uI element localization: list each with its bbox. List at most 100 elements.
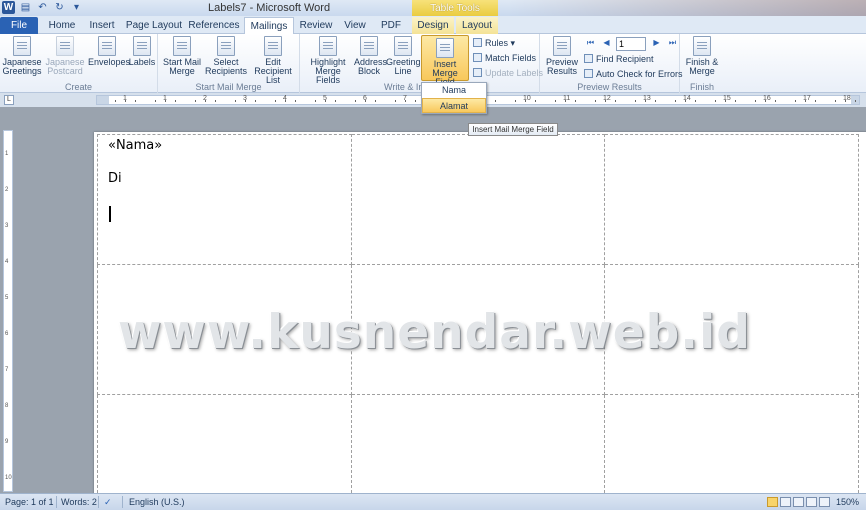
select-recipients-button[interactable]: Select Recipients xyxy=(204,36,248,76)
text-cursor xyxy=(109,206,111,222)
group-label-start-mail-merge: Start Mail Merge xyxy=(195,82,262,92)
page-count[interactable]: Page: 1 of 1 xyxy=(5,497,54,507)
highlight-merge-fields-button[interactable]: Highlight Merge Fields xyxy=(304,36,352,85)
rules-icon xyxy=(473,38,482,47)
vruler-tick-label: 3 xyxy=(5,223,9,229)
text-di[interactable]: Di xyxy=(98,153,351,186)
japanese-greetings-button[interactable]: Japanese Greetings xyxy=(2,36,42,76)
find-recipient-button[interactable]: Find Recipient xyxy=(584,53,654,65)
label-cell[interactable] xyxy=(604,394,859,498)
tab-page-layout[interactable]: Page Layout xyxy=(124,17,184,34)
envelopes-button[interactable]: Envelopes xyxy=(88,36,130,67)
print-layout-view-icon[interactable] xyxy=(767,497,778,507)
ruler-tick xyxy=(175,100,176,102)
match-fields-icon xyxy=(473,53,482,62)
match-fields-button[interactable]: Match Fields xyxy=(473,52,536,64)
japanese-postcard-button[interactable]: Japanese Postcard xyxy=(44,36,86,76)
previous-record-icon[interactable]: ◀ xyxy=(602,38,611,47)
rules-button[interactable]: Rules ▾ xyxy=(473,37,515,49)
auto-check-errors-button[interactable]: Auto Check for Errors xyxy=(584,68,683,80)
last-record-icon[interactable]: ⏭ xyxy=(668,38,677,47)
preview-results-button[interactable]: Preview Results xyxy=(544,36,580,76)
highlight-merge-fields-icon xyxy=(319,36,337,56)
full-screen-reading-view-icon[interactable] xyxy=(780,497,791,507)
zoom-level[interactable]: 150% xyxy=(836,497,859,507)
tab-design[interactable]: Design xyxy=(412,17,454,34)
tab-file[interactable]: File xyxy=(0,17,38,34)
finish-merge-button[interactable]: Finish & Merge xyxy=(684,36,720,76)
ruler-tick xyxy=(645,100,646,102)
find-recipient-icon xyxy=(584,54,593,63)
quick-access-toolbar: W ▤ ↶ ↻ ▾ xyxy=(2,1,83,14)
ruler-tick xyxy=(115,100,116,102)
tab-mailings[interactable]: Mailings xyxy=(244,17,294,35)
start-mail-merge-button[interactable]: Start Mail Merge xyxy=(160,36,204,76)
tab-references[interactable]: References xyxy=(188,17,240,34)
status-bar: Page: 1 of 1 Words: 2 ✓ English (U.S.) 1… xyxy=(0,493,866,510)
merge-field-nama[interactable]: «Nama» xyxy=(98,135,351,153)
group-preview-results: Preview Results ⏮ ◀ ▶ ⏭ Find Recipient A… xyxy=(540,34,683,93)
insert-merge-field-button[interactable]: Insert Merge Field xyxy=(421,35,469,87)
tab-home[interactable]: Home xyxy=(42,17,82,34)
ruler-tick xyxy=(215,100,216,102)
customize-qat-icon[interactable]: ▾ xyxy=(70,1,83,14)
undo-icon[interactable]: ↶ xyxy=(36,1,49,14)
record-number-input[interactable]: 1 xyxy=(616,37,646,51)
vruler-tick-label: 10 xyxy=(5,475,12,481)
word-count[interactable]: Words: 2 xyxy=(61,497,97,507)
tab-layout[interactable]: Layout xyxy=(456,17,498,34)
group-label-preview-results: Preview Results xyxy=(577,82,642,92)
ruler-tick xyxy=(575,100,576,102)
ruler-tick xyxy=(415,100,416,102)
label-cell[interactable] xyxy=(350,134,606,265)
ruler-tick xyxy=(615,100,616,102)
vertical-ruler[interactable]: 1 2 3 4 5 6 7 8 9 10 xyxy=(3,130,13,492)
ruler-tick xyxy=(155,100,156,102)
label-cell[interactable] xyxy=(97,394,352,498)
first-record-icon[interactable]: ⏮ xyxy=(586,38,595,47)
group-finish: Finish & Merge Finish xyxy=(680,34,724,93)
tab-insert[interactable]: Insert xyxy=(84,17,120,34)
tab-pdf[interactable]: PDF xyxy=(376,17,406,34)
word-logo-icon[interactable]: W xyxy=(2,1,15,14)
label-cell[interactable] xyxy=(350,394,606,498)
ruler-tick xyxy=(135,100,136,102)
labels-button[interactable]: Labels xyxy=(128,36,156,67)
vruler-tick-label: 1 xyxy=(5,151,9,157)
merge-field-option-alamat[interactable]: Alamat xyxy=(422,98,486,113)
save-icon[interactable]: ▤ xyxy=(19,1,32,14)
greeting-line-button[interactable]: Greeting Line xyxy=(386,36,421,76)
label-cell[interactable] xyxy=(604,134,859,265)
proofing-icon[interactable]: ✓ xyxy=(104,497,112,508)
merge-field-option-nama[interactable]: Nama xyxy=(422,83,486,98)
tab-view[interactable]: View xyxy=(338,17,372,34)
group-start-mail-merge: Start Mail Merge Select Recipients Edit … xyxy=(158,34,300,93)
ruler-tick xyxy=(755,100,756,102)
redo-icon[interactable]: ↻ xyxy=(53,1,66,14)
ruler-tick xyxy=(595,100,596,102)
document-area: «Nama» Di xyxy=(16,107,866,502)
tooltip: Insert Mail Merge Field xyxy=(468,123,558,136)
ruler-tick xyxy=(525,100,526,102)
group-create: Japanese Greetings Japanese Postcard Env… xyxy=(0,34,158,93)
next-record-icon[interactable]: ▶ xyxy=(652,38,661,47)
ruler-tick xyxy=(605,100,606,102)
ruler-tick xyxy=(735,100,736,102)
web-layout-view-icon[interactable] xyxy=(793,497,804,507)
update-labels-button[interactable]: Update Labels xyxy=(473,67,543,79)
language[interactable]: English (U.S.) xyxy=(129,497,185,507)
tab-selector[interactable]: L xyxy=(4,95,14,105)
edit-recipient-list-icon xyxy=(264,36,282,56)
ruler-tick xyxy=(815,100,816,102)
draft-view-icon[interactable] xyxy=(819,497,830,507)
tab-review[interactable]: Review xyxy=(298,17,334,34)
address-block-button[interactable]: Address Block xyxy=(354,36,387,76)
ruler-tick xyxy=(325,100,326,102)
outline-view-icon[interactable] xyxy=(806,497,817,507)
ruler-tick xyxy=(285,100,286,102)
ruler-tick xyxy=(365,100,366,102)
edit-recipient-list-button[interactable]: Edit Recipient List xyxy=(248,36,298,85)
label-cell[interactable]: «Nama» Di xyxy=(97,134,352,265)
ruler-tick xyxy=(375,100,376,102)
preview-results-icon xyxy=(553,36,571,56)
